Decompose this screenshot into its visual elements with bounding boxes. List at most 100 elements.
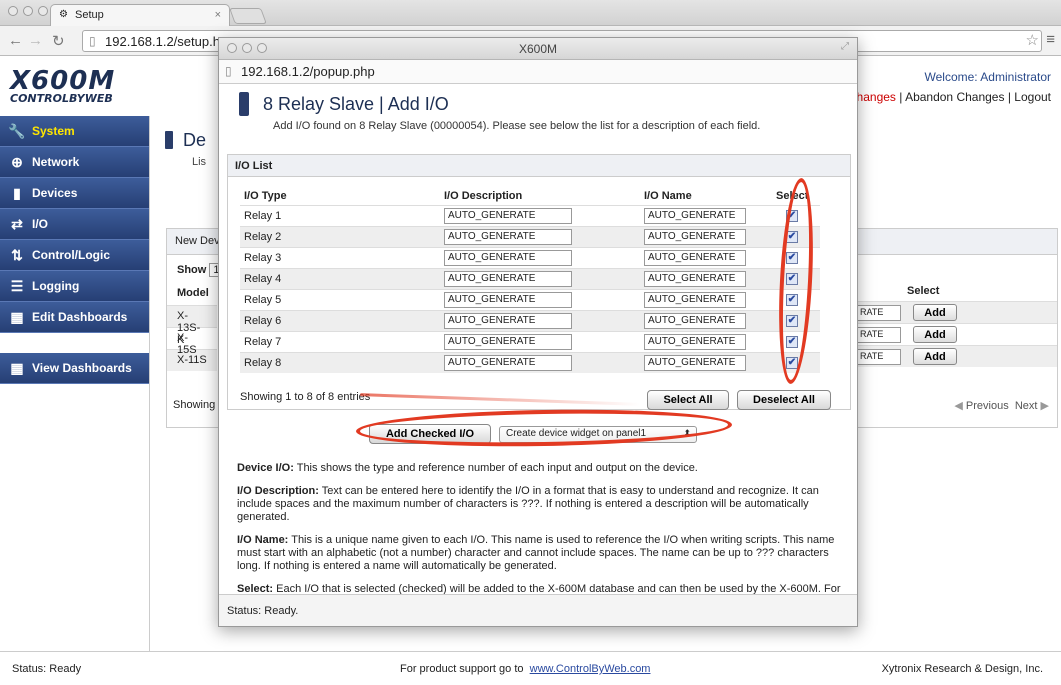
abandon-changes-link[interactable]: Abandon Changes — [905, 90, 1004, 104]
io-type: Relay 2 — [240, 225, 440, 247]
io-type: Relay 6 — [240, 309, 440, 331]
io-description-input[interactable]: AUTO_GENERATE — [444, 354, 572, 371]
io-name-input[interactable]: AUTO_GENERATE — [644, 333, 746, 350]
support-link[interactable]: www.ControlByWeb.com — [530, 663, 651, 675]
io-description-input[interactable]: AUTO_GENERATE — [444, 207, 572, 224]
logout-link[interactable]: Logout — [1014, 90, 1051, 104]
col-io-name: I/O Name — [644, 189, 692, 202]
sidebar-item-system[interactable]: 🔧 System — [0, 116, 149, 147]
add-button[interactable]: Add — [913, 348, 957, 365]
support-prefix: For product support go to — [400, 663, 524, 675]
add-button[interactable]: Add — [913, 326, 957, 343]
dashboard-icon: ▦ — [10, 308, 24, 325]
io-name-input[interactable]: AUTO_GENERATE — [644, 312, 746, 329]
add-io-popup: X600M ⤢ ▯ 192.168.1.2/popup.php 8 Relay … — [218, 37, 858, 627]
prev-arrow-icon[interactable]: ◀ — [954, 400, 962, 412]
name-input[interactable]: RATE — [857, 348, 901, 365]
show-entries: Show 1 — [177, 263, 224, 277]
dashboard-icon: ▦ — [10, 359, 24, 376]
sidebar-item-io[interactable]: ⇄ I/O — [0, 209, 149, 240]
sidebar-item-label: Edit Dashboards — [32, 310, 128, 324]
page-icon: ▯ — [225, 64, 232, 78]
io-name-input[interactable]: AUTO_GENERATE — [644, 354, 746, 371]
name-input[interactable]: RATE — [857, 326, 901, 343]
col-io-description: I/O Description — [444, 189, 523, 202]
show-label: Show — [177, 264, 207, 276]
page-icon: ▯ — [89, 34, 96, 48]
io-type: Relay 1 — [240, 204, 440, 226]
device-icon: ▮ — [13, 184, 21, 201]
reload-icon[interactable]: ↻ — [52, 32, 65, 50]
sidebar: 🔧 System ⊕ Network ▮ Devices ⇄ I/O ⇅ Control/… — [0, 116, 150, 651]
io-name-input[interactable]: AUTO_GENERATE — [644, 228, 746, 245]
tab-close-icon[interactable]: × — [215, 9, 221, 21]
io-name-input[interactable]: AUTO_GENERATE — [644, 207, 746, 224]
io-description-input[interactable]: AUTO_GENERATE — [444, 249, 572, 266]
popup-window-title: X600M — [518, 42, 558, 56]
previous-link[interactable]: Previous — [966, 400, 1009, 412]
io-description-input[interactable]: AUTO_GENERATE — [444, 270, 572, 287]
desc-label: I/O Description: — [237, 485, 319, 497]
next-link[interactable]: Next — [1015, 400, 1038, 412]
back-icon[interactable]: ← — [8, 32, 23, 49]
popup-title: 8 Relay Slave | Add I/O — [263, 94, 449, 114]
separator: | — [899, 90, 903, 104]
desc-label: I/O Name: — [237, 534, 289, 546]
sidebar-item-edit-dashboards[interactable]: ▦ Edit Dashboards — [0, 302, 149, 333]
favicon-icon: ⚙ — [59, 9, 68, 20]
io-showing-entries: Showing 1 to 8 of 8 entries — [240, 391, 371, 403]
io-name-input[interactable]: AUTO_GENERATE — [644, 249, 746, 266]
popup-titlebar: X600M ⤢ — [219, 38, 857, 60]
io-name-input[interactable]: AUTO_GENERATE — [644, 270, 746, 287]
forward-icon[interactable]: → — [28, 32, 43, 49]
sidebar-item-label: Network — [32, 155, 80, 169]
sidebar-item-network[interactable]: ⊕ Network — [0, 147, 149, 178]
logic-icon: ⇅ — [11, 246, 23, 263]
url-text: 192.168.1.2/setup.ht — [105, 34, 224, 49]
io-description-input[interactable]: AUTO_GENERATE — [444, 291, 572, 308]
deselect-all-button[interactable]: Deselect All — [737, 390, 831, 410]
name-input[interactable]: RATE — [857, 304, 901, 321]
io-description-input[interactable]: AUTO_GENERATE — [444, 228, 572, 245]
sidebar-item-view-dashboards[interactable]: ▦ View Dashboards — [0, 353, 149, 384]
popup-subtitle: Add I/O found on 8 Relay Slave (00000054… — [273, 120, 761, 132]
device-icon — [165, 131, 173, 149]
desc-text: This shows the type and reference number… — [296, 462, 698, 474]
table-row: Relay 8 AUTO_GENERATE AUTO_GENERATE ✔ — [240, 351, 820, 373]
browser-tab[interactable]: ⚙ Setup × — [50, 4, 230, 26]
sidebar-item-label: View Dashboards — [32, 361, 132, 375]
model-header: Model — [177, 287, 209, 299]
io-type: Relay 7 — [240, 330, 440, 352]
desc-label: Device I/O: — [237, 462, 294, 474]
desc-text: Text can be entered here to identify the… — [237, 485, 819, 523]
sidebar-item-devices[interactable]: ▮ Devices — [0, 178, 149, 209]
globe-icon: ⊕ — [11, 153, 23, 170]
add-button[interactable]: Add — [913, 304, 957, 321]
menu-icon[interactable]: ≡ — [1046, 31, 1055, 48]
support-text: For product support go to www.ControlByW… — [400, 663, 650, 675]
io-description-input[interactable]: AUTO_GENERATE — [444, 312, 572, 329]
table-row: Relay 1 AUTO_GENERATE AUTO_GENERATE ✔ — [240, 204, 820, 226]
sidebar-item-logging[interactable]: ☰ Logging — [0, 271, 149, 302]
popup-window-controls[interactable] — [227, 43, 267, 53]
io-description-input[interactable]: AUTO_GENERATE — [444, 333, 572, 350]
next-arrow-icon[interactable]: ▶ — [1041, 400, 1049, 412]
io-name-input[interactable]: AUTO_GENERATE — [644, 291, 746, 308]
sidebar-item-control-logic[interactable]: ⇅ Control/Logic — [0, 240, 149, 271]
io-list-title: I/O List — [228, 155, 850, 177]
arrows-icon: ⇄ — [11, 215, 23, 232]
log-icon: ☰ — [10, 277, 24, 294]
table-row: X-13S-K — [167, 305, 217, 346]
window-controls[interactable] — [8, 6, 48, 16]
popup-address-bar[interactable]: ▯ 192.168.1.2/popup.php — [219, 60, 857, 84]
select-all-button[interactable]: Select All — [647, 390, 729, 410]
table-row: RATE Add — [857, 323, 1057, 345]
io-list-box: I/O List I/O Type I/O Description I/O Na… — [227, 154, 851, 410]
bookmark-star-icon[interactable]: ☆ — [1026, 31, 1039, 49]
logo-subtitle: CONTROLBYWEB — [10, 92, 113, 105]
new-tab-button[interactable] — [229, 8, 267, 24]
device-icon — [239, 92, 249, 116]
model-column: Model X-13S-K X-15S X-11S — [167, 287, 217, 371]
page-subtitle: Lis — [192, 156, 207, 168]
resize-icon[interactable]: ⤢ — [841, 41, 849, 52]
